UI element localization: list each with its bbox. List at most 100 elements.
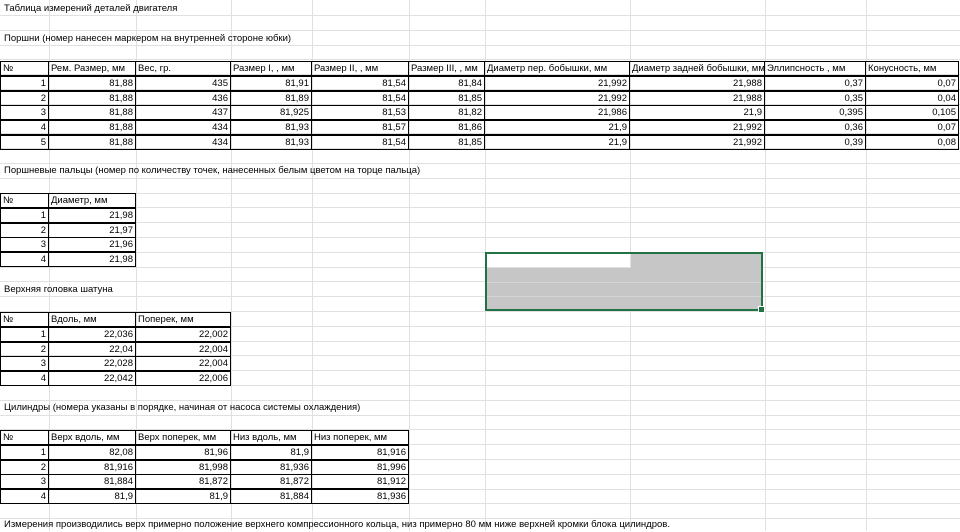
pistons-cell[interactable]: 0,105 [865, 105, 959, 120]
pistons-cell[interactable]: 0,36 [764, 120, 866, 135]
rods-cell[interactable]: 4 [0, 371, 49, 386]
pins-cell[interactable]: 21,96 [48, 237, 136, 252]
pistons-cell[interactable]: 0,07 [865, 76, 959, 91]
pistons-cell[interactable]: 81,88 [48, 120, 136, 135]
pistons-cell[interactable]: 81,89 [230, 91, 312, 106]
pistons-cell[interactable]: 81,54 [311, 76, 409, 91]
pistons-cell[interactable]: 81,93 [230, 120, 312, 135]
pistons-cell[interactable]: 81,91 [230, 76, 312, 91]
cylinders-cell[interactable]: 81,872 [230, 474, 312, 489]
pistons-cell[interactable]: 21,992 [484, 91, 630, 106]
cylinders-cell[interactable]: 81,998 [135, 460, 231, 475]
rods-cell[interactable]: 22,002 [135, 327, 231, 342]
pistons-header-cell[interactable]: Рем. Размер, мм [48, 61, 136, 76]
pistons-header-cell[interactable]: Диаметр задней бобышки, мм [629, 61, 765, 76]
pins-cell[interactable]: 1 [0, 208, 49, 223]
rods-cell[interactable]: 2 [0, 342, 49, 357]
rods-cell[interactable]: 22,004 [135, 342, 231, 357]
pistons-cell[interactable]: 81,54 [311, 135, 409, 150]
rods-cell[interactable]: 3 [0, 356, 49, 371]
pistons-cell[interactable]: 81,88 [48, 91, 136, 106]
pistons-cell[interactable]: 0,08 [865, 135, 959, 150]
pistons-cell[interactable]: 81,93 [230, 135, 312, 150]
cell-selection[interactable] [485, 252, 765, 313]
cylinders-cell[interactable]: 81,9 [230, 445, 312, 460]
pistons-cell[interactable]: 21,9 [484, 135, 630, 150]
pistons-cell[interactable]: 21,992 [629, 120, 765, 135]
pistons-cell[interactable]: 3 [0, 105, 49, 120]
pistons-cell[interactable]: 0,39 [764, 135, 866, 150]
pistons-cell[interactable]: 5 [0, 135, 49, 150]
pistons-cell[interactable]: 437 [135, 105, 231, 120]
pistons-cell[interactable]: 0,04 [865, 91, 959, 106]
pistons-cell[interactable]: 21,992 [484, 76, 630, 91]
pistons-cell[interactable]: 81,88 [48, 76, 136, 91]
cylinders-header-cell[interactable]: Низ вдоль, мм [230, 430, 312, 445]
cylinders-cell[interactable]: 81,884 [48, 474, 136, 489]
pistons-cell[interactable]: 81,53 [311, 105, 409, 120]
cylinders-cell[interactable]: 81,96 [135, 445, 231, 460]
pins-cell[interactable]: 2 [0, 223, 49, 238]
pistons-cell[interactable]: 81,88 [48, 105, 136, 120]
rods-cell[interactable]: 22,006 [135, 371, 231, 386]
pistons-header-cell[interactable]: Эллипсность , мм [764, 61, 866, 76]
pistons-cell[interactable]: 1 [0, 76, 49, 91]
rods-header-cell[interactable]: Поперек, мм [135, 312, 231, 327]
pistons-cell[interactable]: 21,986 [484, 105, 630, 120]
pistons-header-cell[interactable]: Размер III, , мм [408, 61, 485, 76]
rods-header-cell[interactable]: № [0, 312, 49, 327]
rods-cell[interactable]: 22,028 [48, 356, 136, 371]
pistons-header-cell[interactable]: Диаметр пер. бобышки, мм [484, 61, 630, 76]
pistons-cell[interactable]: 21,988 [629, 76, 765, 91]
pistons-cell[interactable]: 81,82 [408, 105, 485, 120]
pins-cell[interactable]: 21,97 [48, 223, 136, 238]
pistons-cell[interactable]: 81,85 [408, 135, 485, 150]
pistons-cell[interactable]: 434 [135, 135, 231, 150]
pistons-cell[interactable]: 81,86 [408, 120, 485, 135]
cylinders-header-cell[interactable]: Верх вдоль, мм [48, 430, 136, 445]
pistons-cell[interactable]: 21,9 [484, 120, 630, 135]
pistons-cell[interactable]: 81,925 [230, 105, 312, 120]
cylinders-cell[interactable]: 81,996 [311, 460, 409, 475]
pistons-cell[interactable]: 435 [135, 76, 231, 91]
pins-cell[interactable]: 4 [0, 252, 49, 267]
pins-cell[interactable]: 3 [0, 237, 49, 252]
cylinders-cell[interactable]: 1 [0, 445, 49, 460]
pins-cell[interactable]: 21,98 [48, 208, 136, 223]
cylinders-cell[interactable]: 81,912 [311, 474, 409, 489]
rods-header-cell[interactable]: Вдоль, мм [48, 312, 136, 327]
cylinders-cell[interactable]: 81,916 [48, 460, 136, 475]
pistons-cell[interactable]: 21,9 [629, 105, 765, 120]
pistons-cell[interactable]: 436 [135, 91, 231, 106]
rods-cell[interactable]: 22,036 [48, 327, 136, 342]
cylinders-cell[interactable]: 82,08 [48, 445, 136, 460]
cylinders-cell[interactable]: 81,9 [48, 489, 136, 504]
pistons-header-cell[interactable]: Размер II, , мм [311, 61, 409, 76]
cylinders-cell[interactable]: 81,872 [135, 474, 231, 489]
cylinders-cell[interactable]: 81,936 [230, 460, 312, 475]
pistons-cell[interactable]: 0,37 [764, 76, 866, 91]
pistons-cell[interactable]: 0,07 [865, 120, 959, 135]
pistons-cell[interactable]: 81,54 [311, 91, 409, 106]
pistons-header-cell[interactable]: Конусность, мм [865, 61, 959, 76]
pistons-cell[interactable]: 81,85 [408, 91, 485, 106]
rods-cell[interactable]: 22,04 [48, 342, 136, 357]
fill-handle[interactable] [758, 306, 765, 313]
pistons-cell[interactable]: 21,992 [629, 135, 765, 150]
pins-header-cell[interactable]: Диаметр, мм [48, 193, 136, 208]
pistons-cell[interactable]: 0,35 [764, 91, 866, 106]
pistons-header-cell[interactable]: № [0, 61, 49, 76]
cylinders-header-cell[interactable]: Верх поперек, мм [135, 430, 231, 445]
cylinders-cell[interactable]: 3 [0, 474, 49, 489]
cylinders-cell[interactable]: 81,936 [311, 489, 409, 504]
pistons-cell[interactable]: 4 [0, 120, 49, 135]
pistons-cell[interactable]: 81,84 [408, 76, 485, 91]
rods-cell[interactable]: 1 [0, 327, 49, 342]
pistons-header-cell[interactable]: Размер I, , мм [230, 61, 312, 76]
pistons-cell[interactable]: 21,988 [629, 91, 765, 106]
pistons-cell[interactable]: 0,395 [764, 105, 866, 120]
pistons-cell[interactable]: 434 [135, 120, 231, 135]
pins-cell[interactable]: 21,98 [48, 252, 136, 267]
pistons-cell[interactable]: 81,88 [48, 135, 136, 150]
cylinders-cell[interactable]: 81,9 [135, 489, 231, 504]
